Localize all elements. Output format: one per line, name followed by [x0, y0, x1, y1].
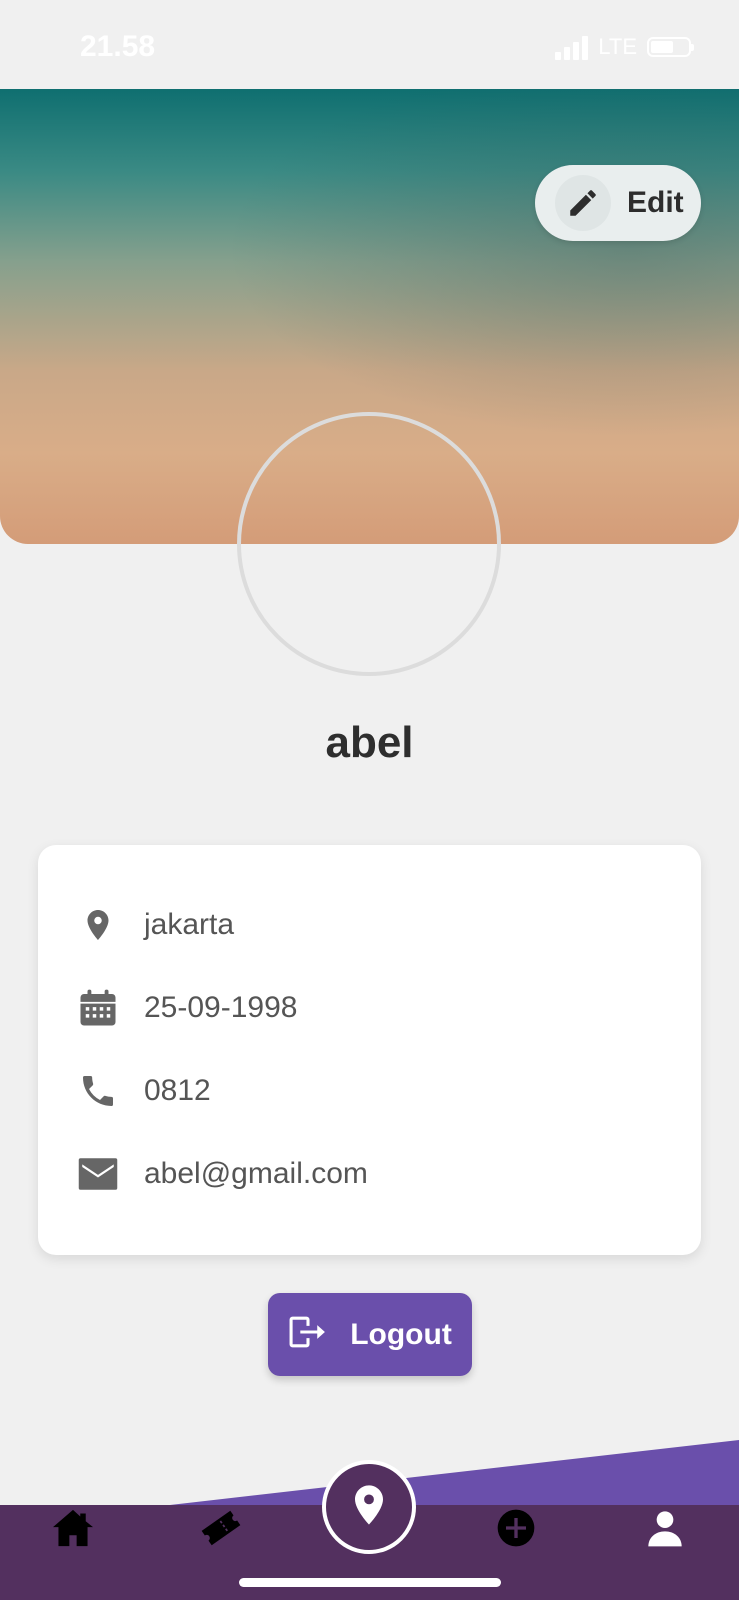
info-row-phone: 0812 [76, 1063, 211, 1119]
edit-label: Edit [627, 186, 684, 219]
pencil-icon [555, 175, 611, 231]
phone-icon [76, 1069, 120, 1113]
map-pin-icon [352, 1484, 386, 1531]
battery-icon [647, 37, 694, 57]
edit-button[interactable]: Edit [535, 165, 701, 241]
network-label: LTE [598, 34, 637, 59]
status-time: 21.58 [80, 30, 156, 63]
info-row-birthdate: 25-09-1998 [76, 980, 297, 1036]
logout-button[interactable]: Logout [268, 1293, 472, 1376]
status-bar: 21.58 LTE [0, 0, 739, 90]
phone-text: 0812 [144, 1074, 211, 1107]
nav-person-icon[interactable] [640, 1505, 690, 1551]
location-pin-icon [76, 903, 120, 947]
logout-icon [288, 1314, 328, 1355]
profile-info-card: jakarta 25-09-1998 0812 abel@gmail.com [38, 845, 701, 1255]
home-indicator[interactable] [239, 1578, 501, 1587]
location-text: jakarta [144, 908, 235, 941]
nav-ticket-icon[interactable] [196, 1505, 246, 1551]
avatar[interactable] [237, 412, 501, 676]
nav-map-pin-button[interactable] [322, 1460, 416, 1554]
status-indicators: LTE [555, 34, 694, 60]
info-row-email: abel@gmail.com [76, 1146, 368, 1202]
birthdate-text: 25-09-1998 [144, 991, 298, 1024]
email-text: abel@gmail.com [144, 1157, 368, 1190]
nav-add-circle-icon[interactable] [491, 1505, 541, 1551]
calendar-icon [76, 986, 120, 1030]
signal-icon [555, 34, 589, 60]
nav-home-icon[interactable] [48, 1505, 98, 1551]
profile-name: abel [325, 718, 414, 767]
logout-label: Logout [350, 1317, 452, 1351]
info-row-location: jakarta [76, 897, 234, 953]
envelope-icon [76, 1152, 120, 1196]
